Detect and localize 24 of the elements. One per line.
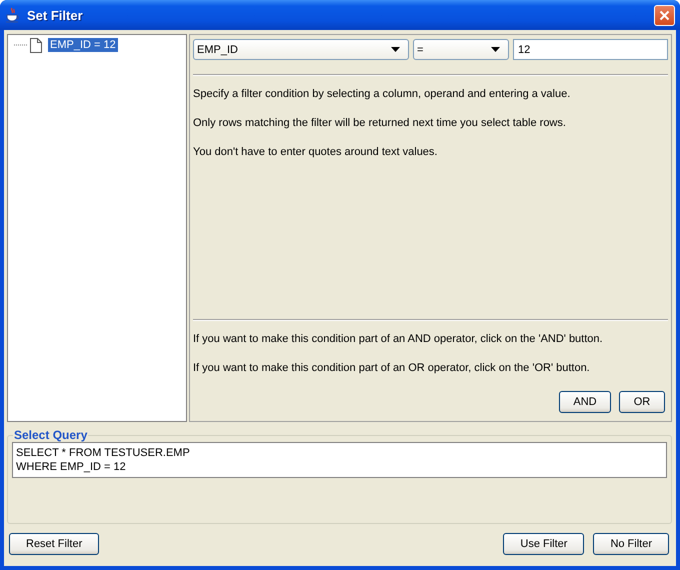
caret-icon xyxy=(491,47,500,52)
column-dropdown[interactable]: EMP_ID xyxy=(193,39,409,60)
close-button[interactable] xyxy=(654,4,675,26)
operator-button[interactable]: AND xyxy=(559,391,611,413)
window-title: Set Filter xyxy=(27,8,84,22)
reset-button[interactable]: Reset Filter xyxy=(9,533,100,555)
filter-button[interactable]: No Filter xyxy=(593,533,669,555)
document-icon xyxy=(30,38,42,52)
help-text: Only rows matching the filter will be returned next time you select table rows. xyxy=(193,117,567,130)
coffee-cup-icon xyxy=(5,7,21,23)
close-icon xyxy=(659,10,670,20)
operator-button[interactable]: OR xyxy=(619,391,665,413)
query-field[interactable]: SELECT * FROM TESTUSER.EMP WHERE EMP_ID = 12 xyxy=(12,442,667,478)
help-text: You don't have to enter quotes around text values. xyxy=(193,146,438,159)
help-text: If you want to make this condition part of an OR operator, click on the 'OR' button. xyxy=(193,362,591,375)
value-field[interactable]: 12 xyxy=(513,39,668,60)
help-text: Specify a filter condition by selecting a column, operand and entering a value. xyxy=(193,88,572,101)
operator-dropdown[interactable]: = xyxy=(413,39,509,60)
caret-icon xyxy=(391,47,400,52)
filter-button[interactable]: Use Filter xyxy=(503,533,584,555)
group-title: Select Query xyxy=(13,428,88,442)
tree-item[interactable]: EMP_ID = 12 xyxy=(48,38,118,52)
tree-line xyxy=(14,44,28,46)
help-text: If you want to make this condition part of an AND operator, click on the 'AND' button. xyxy=(193,333,604,346)
